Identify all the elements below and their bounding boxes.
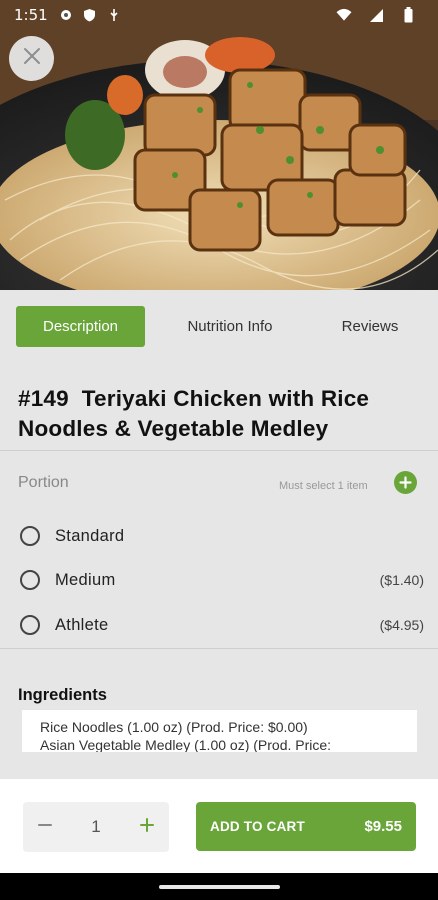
cart-bar: 1 ADD TO CART $9.55 bbox=[0, 779, 438, 873]
decrement-button[interactable] bbox=[23, 802, 67, 852]
ingredient-line: Asian Vegetable Medley (1.00 oz) (Prod. … bbox=[40, 737, 332, 752]
ingredients-list[interactable]: Rice Noodles (1.00 oz) (Prod. Price: $0.… bbox=[22, 710, 417, 752]
option-label: Athlete bbox=[55, 615, 109, 634]
close-icon bbox=[23, 47, 41, 70]
radio-button[interactable] bbox=[20, 526, 40, 546]
ingredient-line: Rice Noodles (1.00 oz) (Prod. Price: $0.… bbox=[40, 719, 308, 735]
quantity-stepper: 1 bbox=[23, 802, 169, 852]
tab-reviews[interactable]: Reviews bbox=[315, 306, 425, 347]
plus-icon bbox=[140, 817, 154, 837]
battery-icon bbox=[400, 7, 416, 23]
option-price: ($4.95) bbox=[379, 617, 424, 633]
close-button[interactable] bbox=[9, 36, 54, 81]
cart-price: $9.55 bbox=[364, 818, 402, 835]
signal-icon bbox=[368, 7, 384, 23]
product-title: #149 Teriyaki Chicken with Rice Noodles … bbox=[18, 384, 428, 444]
home-gesture-handle[interactable] bbox=[159, 885, 280, 889]
wifi-icon bbox=[336, 7, 352, 23]
tab-description[interactable]: Description bbox=[16, 306, 145, 347]
status-time: 1:51 bbox=[14, 6, 48, 24]
add-to-cart-label: ADD TO CART bbox=[210, 819, 305, 834]
usb-icon bbox=[106, 7, 122, 23]
quantity-value: 1 bbox=[91, 817, 101, 836]
gear-icon bbox=[58, 7, 74, 23]
radio-button[interactable] bbox=[20, 615, 40, 635]
radio-button[interactable] bbox=[20, 570, 40, 590]
divider bbox=[0, 648, 438, 649]
plus-circle-icon[interactable] bbox=[394, 471, 417, 494]
option-price: ($1.40) bbox=[379, 572, 424, 588]
food-illustration bbox=[0, 0, 438, 290]
product-title-line2: Noodles & Vegetable Medley bbox=[18, 416, 329, 441]
option-label: Medium bbox=[55, 570, 116, 589]
shield-icon bbox=[82, 7, 98, 23]
portion-option-medium[interactable]: Medium ($1.40) bbox=[20, 565, 424, 595]
portion-option-athlete[interactable]: Athlete ($4.95) bbox=[20, 610, 424, 640]
ingredients-label: Ingredients bbox=[18, 686, 107, 704]
status-bar: 1:51 bbox=[0, 0, 438, 30]
system-nav-bar bbox=[0, 873, 438, 900]
portion-hint: Must select 1 item bbox=[279, 480, 368, 492]
product-photo bbox=[0, 0, 438, 290]
option-label: Standard bbox=[55, 526, 125, 545]
tab-bar: Description Nutrition Info Reviews bbox=[0, 290, 438, 370]
increment-button[interactable] bbox=[125, 802, 169, 852]
tab-nutrition-info[interactable]: Nutrition Info bbox=[165, 306, 295, 347]
product-title-line1: #149 Teriyaki Chicken with Rice bbox=[18, 386, 370, 411]
portion-option-standard[interactable]: Standard bbox=[20, 521, 424, 551]
portion-label: Portion bbox=[18, 474, 69, 491]
divider bbox=[0, 450, 438, 451]
add-to-cart-button[interactable]: ADD TO CART $9.55 bbox=[196, 802, 416, 851]
minus-icon bbox=[38, 818, 52, 837]
